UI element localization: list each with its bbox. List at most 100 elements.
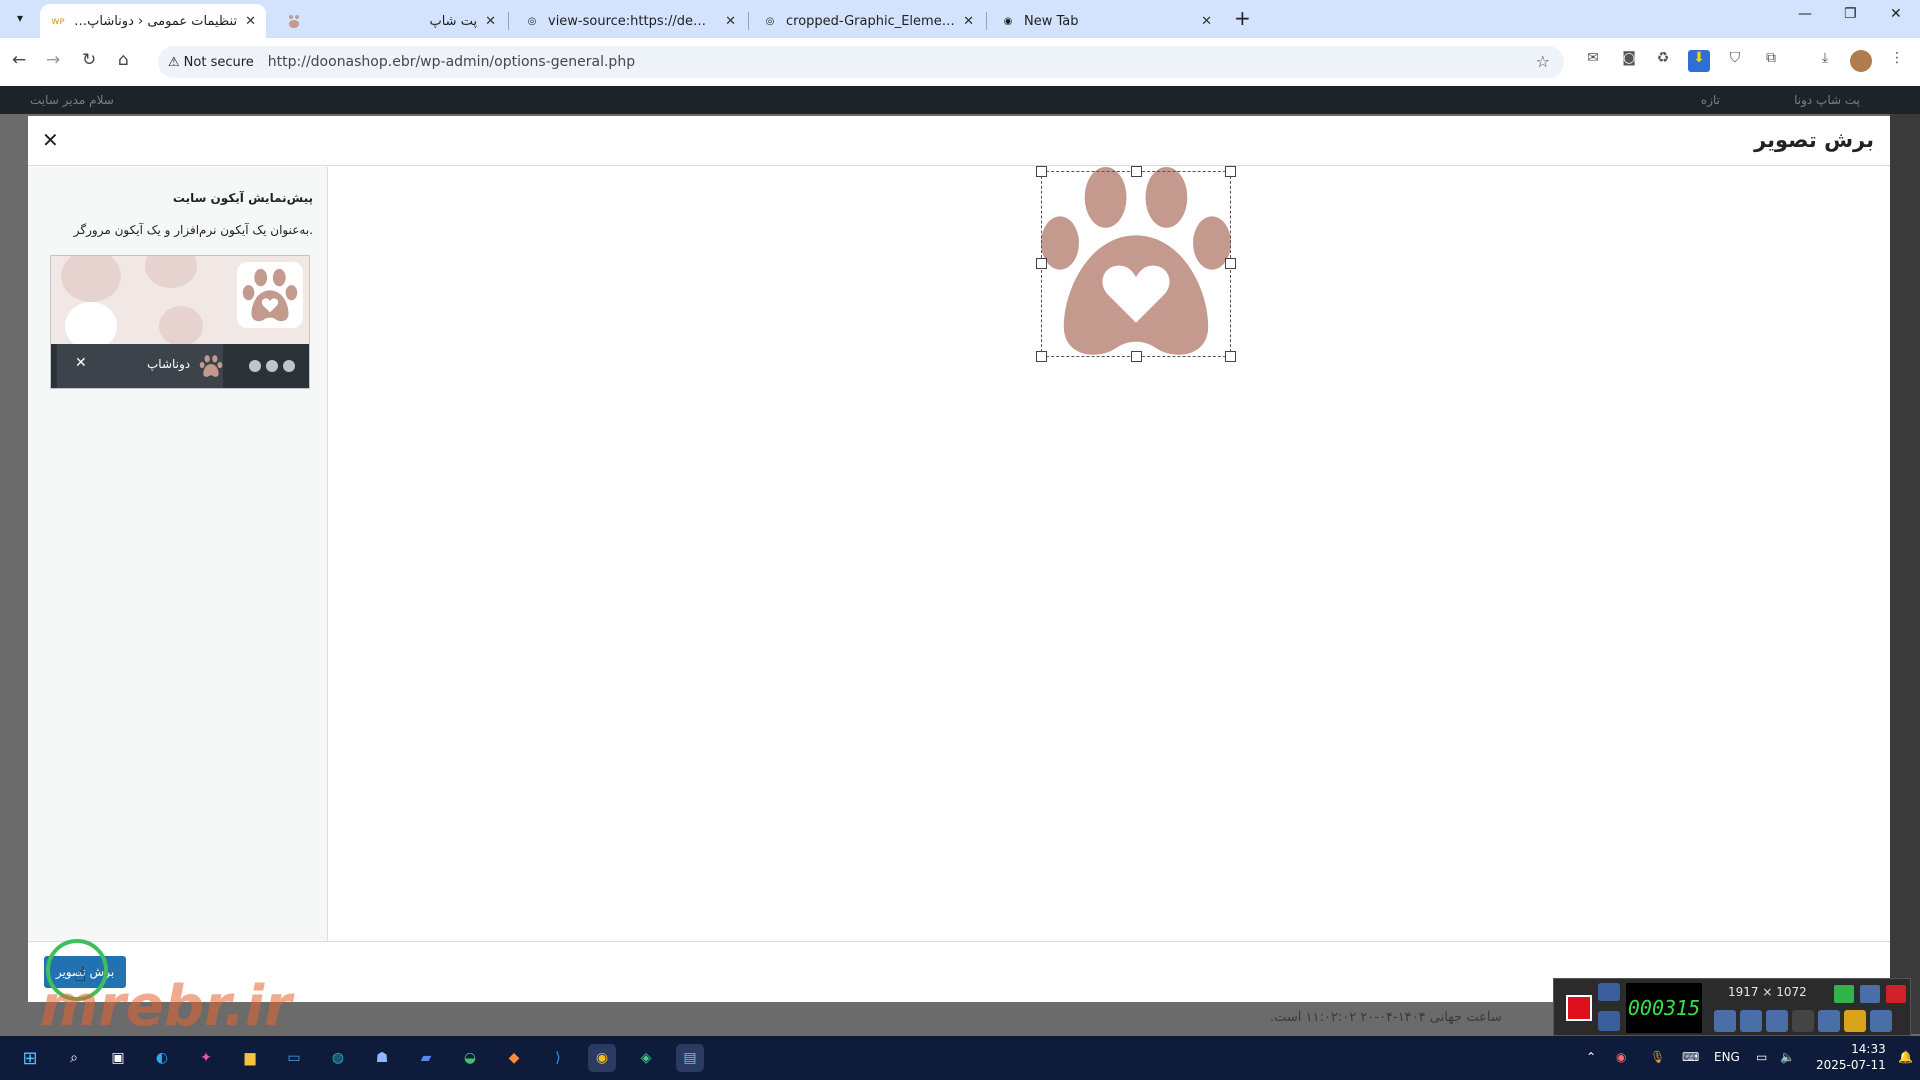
crop-image-modal: ✕ برش تصویر پیش‌نمایش آیکون سایت به‌عنوا… bbox=[28, 116, 1890, 1002]
mic-tray-icon[interactable]: 🎙 bbox=[1650, 1050, 1665, 1064]
people-app-icon[interactable]: ☗ bbox=[368, 1044, 396, 1072]
admin-new-item[interactable]: تازه bbox=[1701, 93, 1720, 107]
edge-icon[interactable]: ◐ bbox=[148, 1044, 176, 1072]
recorder-close-icon[interactable] bbox=[1886, 985, 1906, 1003]
screen-recorder-widget: 000315 1917 × 1072 bbox=[1553, 978, 1911, 1036]
crop-selection[interactable] bbox=[1036, 166, 1236, 362]
crop-handle-sw[interactable] bbox=[1036, 351, 1047, 362]
close-tab-icon[interactable]: ✕ bbox=[1201, 14, 1212, 29]
tab-pet-shop[interactable]: پت شاپ ✕ bbox=[276, 4, 506, 38]
modal-title: برش تصویر bbox=[1754, 128, 1874, 152]
paw-favicon-icon bbox=[286, 13, 302, 29]
crop-handle-n[interactable] bbox=[1131, 166, 1142, 177]
cursor-icon[interactable] bbox=[1792, 1010, 1814, 1032]
sublime-icon[interactable]: ◆ bbox=[500, 1044, 528, 1072]
preview-close-icon: ✕ bbox=[75, 355, 87, 371]
language-indicator[interactable]: ENG bbox=[1714, 1050, 1740, 1064]
close-tab-icon[interactable]: ✕ bbox=[485, 14, 496, 29]
kebab-menu-icon[interactable]: ⋮ bbox=[1886, 50, 1908, 72]
folder-icon[interactable] bbox=[1844, 1010, 1866, 1032]
crop-handle-w[interactable] bbox=[1036, 258, 1047, 269]
start-windows-icon[interactable]: ⊞ bbox=[16, 1044, 44, 1072]
shield-extension-icon[interactable]: ⛉ bbox=[1724, 50, 1746, 72]
settings-gear-icon[interactable] bbox=[1870, 1010, 1892, 1032]
crop-handle-ne[interactable] bbox=[1225, 166, 1236, 177]
camera-extension-icon[interactable]: ◙ bbox=[1618, 50, 1640, 72]
admin-greeting[interactable]: سلام مدیر سایت bbox=[30, 93, 114, 107]
copilot-icon[interactable]: ✦ bbox=[192, 1044, 220, 1072]
tab-general-settings[interactable]: ᴡᴘ تنظیمات عمومی ‹ دوناشاپ — و ✕ bbox=[40, 4, 266, 38]
profile-avatar[interactable] bbox=[1850, 50, 1872, 72]
network-app-icon[interactable]: ◍ bbox=[324, 1044, 352, 1072]
new-tab-plus-icon[interactable]: + bbox=[1234, 6, 1251, 30]
tab-cropped-graphic[interactable]: ◎ cropped-Graphic_Elements-192 ✕ bbox=[752, 4, 984, 38]
volume-tray-icon[interactable]: 🔈 bbox=[1780, 1050, 1795, 1064]
forward-arrow-icon[interactable]: → bbox=[46, 50, 60, 70]
tab-new-tab[interactable]: ◉ New Tab ✕ bbox=[990, 4, 1222, 38]
admin-site-name[interactable]: پت شاپ دونا bbox=[1794, 93, 1860, 107]
browser-toolbar: ← → ↻ ⌂ ⚠ Not secure http://doonashop.eb… bbox=[0, 38, 1920, 86]
tab-view-source[interactable]: ◎ view-source:https://demoes.ara ✕ bbox=[514, 4, 746, 38]
site-icon-preview-sidebar: پیش‌نمایش آیکون سایت به‌عنوان یک آیکون ن… bbox=[28, 167, 328, 941]
record-stop-button[interactable] bbox=[1566, 995, 1592, 1021]
crop-border bbox=[1041, 171, 1231, 357]
record-tray-icon[interactable]: ◉ bbox=[1616, 1050, 1626, 1064]
wp-favicon-icon: ᴡᴘ bbox=[51, 15, 65, 27]
home-icon[interactable]: ⌂ bbox=[118, 50, 129, 70]
notification-icon[interactable]: 🔔 bbox=[1898, 1050, 1913, 1064]
watermark: mrebr.ir bbox=[40, 974, 292, 1039]
puzzle-extensions-icon[interactable]: ⧉ bbox=[1760, 50, 1782, 72]
network-tray-icon[interactable]: ▭ bbox=[1756, 1050, 1767, 1064]
crop-handle-e[interactable] bbox=[1225, 258, 1236, 269]
modal-close-icon[interactable]: ✕ bbox=[42, 128, 59, 152]
tab-search-chevron-icon[interactable]: ▾ bbox=[8, 6, 32, 30]
paw-icon bbox=[242, 268, 298, 322]
microphone-icon[interactable] bbox=[1740, 1010, 1762, 1032]
crop-handle-se[interactable] bbox=[1225, 351, 1236, 362]
restore-icon[interactable]: ❐ bbox=[1844, 6, 1857, 22]
webcam-icon[interactable] bbox=[1766, 1010, 1788, 1032]
address-bar[interactable]: ⚠ Not secure http://doonashop.ebr/wp-adm… bbox=[158, 46, 1564, 78]
download-manager-extension-icon[interactable]: ⬇ bbox=[1688, 50, 1710, 72]
recycle-extension-icon[interactable]: ♻ bbox=[1652, 50, 1674, 72]
region-icon[interactable] bbox=[1834, 985, 1854, 1003]
tab-separator bbox=[748, 12, 749, 30]
windows-taskbar: ⊞ ⌕ ▣ ◐ ✦ ▆ ▭ ◍ ☗ ▰ ◒ ◆ ⟩ ◉ ◈ ▤ ⌃ ◉ 🎙 ⌨ … bbox=[0, 1036, 1920, 1080]
app-icon-preview bbox=[237, 262, 303, 328]
downloads-icon[interactable]: ⤓ bbox=[1814, 50, 1836, 72]
file-explorer-icon[interactable]: ▆ bbox=[236, 1044, 264, 1072]
crop-handle-s[interactable] bbox=[1131, 351, 1142, 362]
recorder-taskbar-icon[interactable]: ▤ bbox=[676, 1044, 704, 1072]
search-icon[interactable]: ⌕ bbox=[60, 1044, 88, 1072]
close-tab-icon[interactable]: ✕ bbox=[245, 14, 256, 29]
keyboard-tray-icon[interactable]: ⌨ bbox=[1682, 1050, 1699, 1064]
sourcetree-icon[interactable]: ◈ bbox=[632, 1044, 660, 1072]
crop-handle-nw[interactable] bbox=[1036, 166, 1047, 177]
back-arrow-icon[interactable]: ← bbox=[12, 50, 26, 70]
snapshot-camera-icon[interactable] bbox=[1598, 983, 1620, 1001]
url-text[interactable]: http://doonashop.ebr/wp-admin/options-ge… bbox=[268, 54, 635, 70]
universal-time-note: ساعت جهانی ۱۴۰۴-۰۴-۲۰ ۱۱:۰۲:۰۲ است. bbox=[1270, 1010, 1502, 1025]
close-tab-icon[interactable]: ✕ bbox=[963, 14, 974, 29]
close-tab-icon[interactable]: ✕ bbox=[725, 14, 736, 29]
pause-icon[interactable] bbox=[1598, 1011, 1620, 1031]
task-view-icon[interactable]: ▣ bbox=[104, 1044, 132, 1072]
chrome-taskbar-icon[interactable]: ◉ bbox=[588, 1044, 616, 1072]
vscode-icon[interactable]: ⟩ bbox=[544, 1044, 572, 1072]
clock-time: 14:33 bbox=[1851, 1042, 1886, 1056]
taskbar-clock[interactable]: 14:33 2025-07-11 bbox=[1816, 1041, 1886, 1073]
speaker-icon[interactable] bbox=[1714, 1010, 1736, 1032]
draw-pen-icon[interactable] bbox=[1818, 1010, 1840, 1032]
reload-icon[interactable]: ↻ bbox=[82, 50, 96, 70]
window-close-icon[interactable]: ✕ bbox=[1890, 6, 1902, 22]
crop-canvas[interactable] bbox=[328, 166, 1890, 941]
bookmark-star-icon[interactable]: ☆ bbox=[1536, 52, 1550, 71]
edge-dev-icon[interactable]: ◒ bbox=[456, 1044, 484, 1072]
gmail-extension-icon[interactable]: ✉ bbox=[1582, 50, 1604, 72]
chat-app-icon[interactable]: ▰ bbox=[412, 1044, 440, 1072]
tray-chevron-icon[interactable]: ⌃ bbox=[1586, 1050, 1596, 1064]
recorder-minimize-icon[interactable] bbox=[1860, 985, 1880, 1003]
security-chip[interactable]: ⚠ Not secure bbox=[168, 55, 254, 70]
minimize-icon[interactable]: — bbox=[1798, 6, 1812, 22]
display-app-icon[interactable]: ▭ bbox=[280, 1044, 308, 1072]
